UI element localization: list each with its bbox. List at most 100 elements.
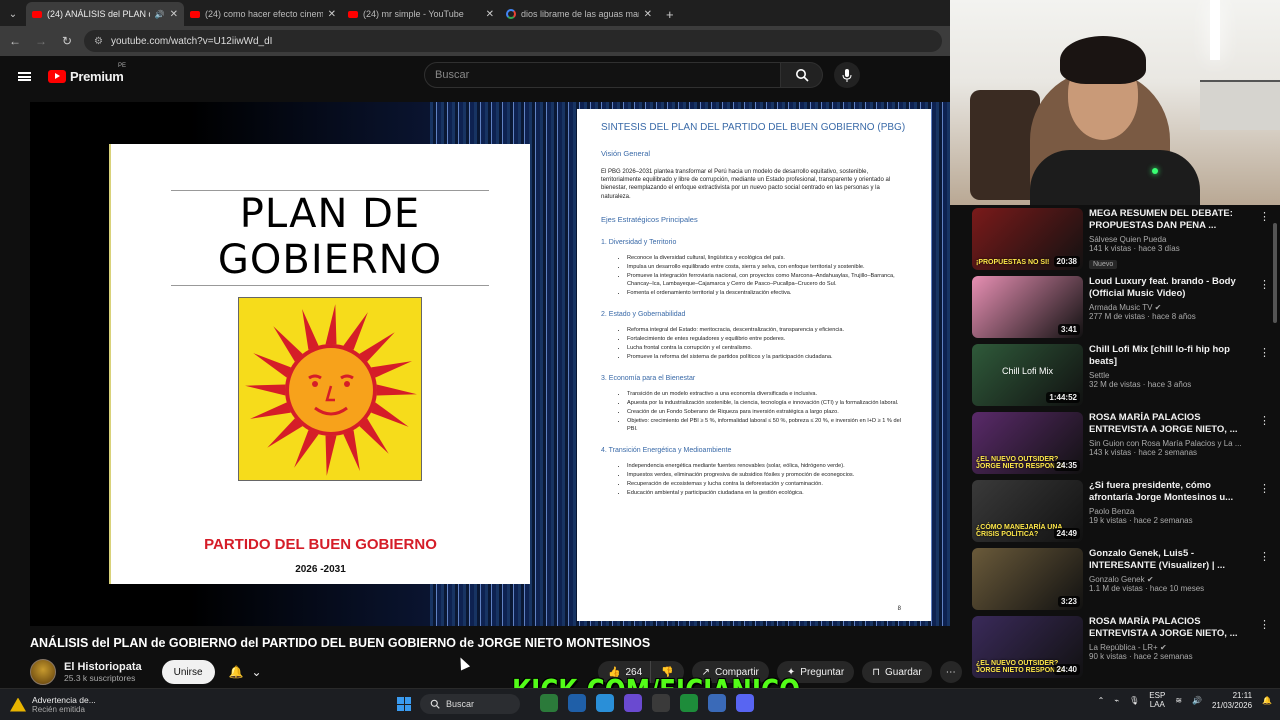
more-options-icon[interactable]: ⋮: [1259, 278, 1270, 291]
video-thumbnail[interactable]: ¿CÓMO MANEJARÍA UNA CRISIS POLÍTICA? 24:4…: [972, 480, 1083, 542]
logo-text: Premium: [70, 68, 124, 84]
discord-icon[interactable]: [736, 694, 754, 712]
volume-icon[interactable]: 🔊: [1192, 696, 1202, 705]
video-thumbnail[interactable]: ¿EL NUEVO OUTSIDER? JORGE NIETO RESPONDE…: [972, 412, 1083, 474]
video-duration: 1:44:52: [1046, 392, 1080, 403]
sun-ray: [273, 326, 303, 362]
ask-label: Preguntar: [800, 666, 845, 678]
search-input[interactable]: Buscar: [424, 62, 781, 88]
more-options-icon[interactable]: ⋮: [1259, 618, 1270, 631]
recommendation-channel[interactable]: Sálvese Quien Pueda: [1089, 235, 1166, 244]
taskbar-search[interactable]: Buscar: [420, 694, 520, 714]
sun-ray: [325, 435, 337, 476]
recommendation-title[interactable]: ROSA MARÍA PALACIOS ENTREVISTA A JORGE N…: [1089, 412, 1254, 437]
doc-list-item: Reconoce la diversidad cultural, lingüís…: [627, 255, 907, 263]
recommendation-title[interactable]: Chill Lofi Mix [chill lo-fi hip hop beat…: [1089, 344, 1254, 369]
join-button[interactable]: Unirse: [161, 660, 215, 684]
forward-arrow-icon[interactable]: →: [32, 32, 50, 50]
url-field[interactable]: ⚙ youtube.com/watch?v=U12iiwWd_dI: [84, 30, 942, 52]
browser-tab[interactable]: (24) como hacer efecto cinema ✕: [184, 2, 342, 26]
recommendation-item[interactable]: ¿EL NUEVO OUTSIDER? JORGE NIETO RESPONDE…: [972, 412, 1272, 480]
site-info-icon[interactable]: ⚙: [94, 36, 103, 47]
video-thumbnail[interactable]: 3:41: [972, 276, 1083, 338]
doc-list-item: Promueve la integración ferroviaria naci…: [627, 273, 907, 289]
video-player[interactable]: PLAN DE GOBIERNO PARTIDO DEL BUEN GOBIER…: [30, 102, 950, 626]
app-icon[interactable]: [596, 694, 614, 712]
close-tab-icon[interactable]: ✕: [486, 9, 494, 20]
wifi-icon[interactable]: ≋: [1175, 696, 1182, 705]
recommendation-item[interactable]: ¡PROPUESTAS NO SI! 20:38 MEGA RESUMEN DEL …: [972, 208, 1272, 276]
mic-tray-icon[interactable]: 🎙: [1129, 696, 1139, 705]
recommendation-item[interactable]: 3:41 Loud Luxury feat. brando - Body (Off…: [972, 276, 1272, 344]
app-icon[interactable]: [708, 694, 726, 712]
windows-start-icon[interactable]: [397, 697, 411, 711]
sidebar-scrollbar[interactable]: [1272, 208, 1278, 678]
youtube-logo[interactable]: Premium PE: [48, 63, 126, 84]
recommendation-info: Gonzalo Genek, Luis5 - INTERESANTE (Visu…: [1089, 548, 1272, 616]
notification-icon[interactable]: 🔔: [1262, 696, 1272, 705]
app-icon[interactable]: [568, 694, 586, 712]
recommendation-channel[interactable]: Settle: [1089, 371, 1109, 380]
verified-icon: ✔: [1152, 302, 1162, 312]
doc-list-item: Transición de un modelo extractivo a una…: [627, 391, 907, 399]
recommendation-title[interactable]: Gonzalo Genek, Luis5 - INTERESANTE (Visu…: [1089, 548, 1254, 573]
back-arrow-icon[interactable]: ←: [6, 32, 24, 50]
video-thumbnail[interactable]: ¡PROPUESTAS NO SI! 20:38: [972, 208, 1083, 270]
recommendation-title[interactable]: ¿Si fuera presidente, cómo afrontaría Jo…: [1089, 480, 1254, 505]
background-shelf: [1200, 80, 1280, 130]
channel-avatar[interactable]: [30, 659, 56, 685]
menu-icon[interactable]: [0, 71, 48, 81]
network-icon[interactable]: ⌁: [1114, 696, 1119, 705]
tab-title: (24) como hacer efecto cinema: [205, 9, 323, 19]
more-options-icon[interactable]: ⋮: [1259, 346, 1270, 359]
recommendation-channel[interactable]: La República - LR+: [1089, 643, 1158, 652]
recommendation-channel[interactable]: Sin Guion con Rosa María Palacios y La .…: [1089, 439, 1242, 448]
recommendation-title[interactable]: Loud Luxury feat. brando - Body (Officia…: [1089, 276, 1254, 301]
browser-tab[interactable]: dios librame de las aguas mans ✕: [500, 2, 658, 26]
search-button[interactable]: [781, 62, 823, 88]
tab-audio-icon[interactable]: 🔊: [155, 10, 165, 19]
app-icon[interactable]: [624, 694, 642, 712]
clock[interactable]: 21:11 21/03/2026: [1212, 691, 1252, 710]
more-options-icon[interactable]: ⋮: [1259, 210, 1270, 223]
save-button[interactable]: ⊓ Guardar: [862, 661, 932, 683]
more-options-icon[interactable]: ⋮: [1259, 482, 1270, 495]
close-tab-icon[interactable]: ✕: [170, 9, 178, 20]
app-icon[interactable]: [680, 694, 698, 712]
video-thumbnail[interactable]: Chill Lofi Mix 1:44:52: [972, 344, 1083, 406]
chevron-up-icon[interactable]: ⌃: [1098, 696, 1105, 705]
weather-widget[interactable]: Advertencia de... Recién emitida: [0, 695, 300, 714]
recommendation-channel[interactable]: Armada Music TV: [1089, 303, 1152, 312]
recommendation-item[interactable]: Chill Lofi Mix 1:44:52 Chill Lofi Mix [chi…: [972, 344, 1272, 412]
voice-search-button[interactable]: [834, 62, 860, 88]
tab-search-icon[interactable]: ⌄: [0, 2, 26, 26]
recommendation-channel[interactable]: Paolo Benza: [1089, 507, 1134, 516]
more-actions-button[interactable]: ⋯: [939, 661, 962, 683]
recommendation-meta: 19 k vistas · hace 2 semanas: [1089, 515, 1193, 525]
app-icon[interactable]: [652, 694, 670, 712]
save-label: Guardar: [885, 666, 922, 678]
more-options-icon[interactable]: ⋮: [1259, 414, 1270, 427]
video-thumbnail[interactable]: ¿EL NUEVO OUTSIDER? JORGE NIETO RESPONDE…: [972, 616, 1083, 678]
more-options-icon[interactable]: ⋮: [1259, 550, 1270, 563]
recommendation-channel[interactable]: Gonzalo Genek: [1089, 575, 1145, 584]
channel-meta: El Historiopata 25.3 k suscriptores: [64, 661, 142, 683]
channel-name[interactable]: El Historiopata: [64, 661, 142, 673]
recommendation-title[interactable]: MEGA RESUMEN DEL DEBATE: PROPUESTAS DAN …: [1089, 208, 1254, 233]
new-tab-button[interactable]: +: [658, 2, 682, 26]
scrollbar-thumb[interactable]: [1273, 223, 1277, 323]
close-tab-icon[interactable]: ✕: [644, 9, 652, 20]
close-tab-icon[interactable]: ✕: [328, 9, 336, 20]
recommendation-item[interactable]: 3:23 Gonzalo Genek, Luis5 - INTERESANTE (…: [972, 548, 1272, 616]
recommendation-item[interactable]: ¿EL NUEVO OUTSIDER? JORGE NIETO RESPONDE…: [972, 616, 1272, 684]
language-indicator[interactable]: ESP LAA: [1149, 691, 1165, 710]
browser-tab[interactable]: (24) mr simple - YouTube ✕: [342, 2, 500, 26]
recommendation-item[interactable]: ¿CÓMO MANEJARÍA UNA CRISIS POLÍTICA? 24:4…: [972, 480, 1272, 548]
video-thumbnail[interactable]: 3:23: [972, 548, 1083, 610]
recommendation-title[interactable]: ROSA MARÍA PALACIOS ENTREVISTA A JORGE N…: [1089, 616, 1254, 641]
browser-tab[interactable]: (24) ANÁLISIS del PLAN de 🔊 ✕: [26, 2, 184, 26]
subscriber-count: 25.3 k suscriptores: [64, 673, 136, 683]
notification-bell-button[interactable]: 🔔 ⌄: [229, 665, 262, 679]
app-icon[interactable]: [540, 694, 558, 712]
reload-icon[interactable]: ↻: [58, 32, 76, 50]
